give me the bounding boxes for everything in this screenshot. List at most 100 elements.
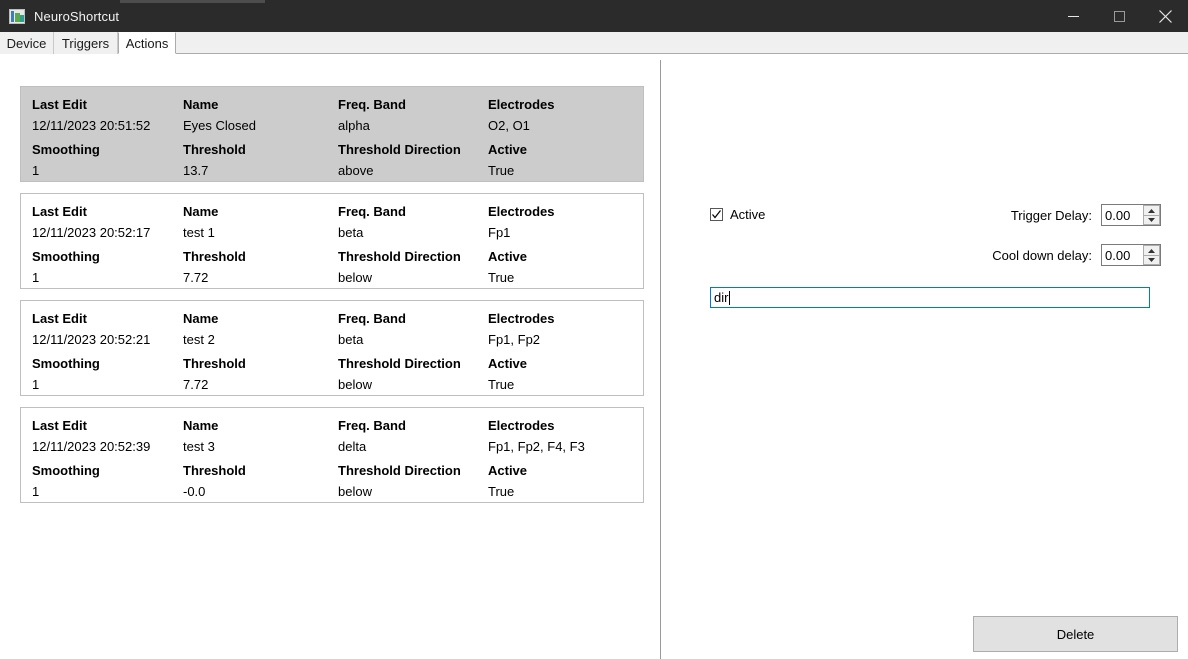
field-threshold-direction-label: Threshold Direction — [338, 142, 461, 157]
field-active-label: Active — [488, 249, 528, 264]
delete-button[interactable]: Delete — [973, 616, 1178, 652]
trigger-delay-value[interactable]: 0.00 — [1102, 205, 1142, 225]
delete-button-label: Delete — [1056, 626, 1095, 642]
maximize-icon[interactable] — [1096, 0, 1142, 32]
field-active: Active True — [488, 142, 527, 178]
field-threshold: Threshold 7.72 — [183, 356, 246, 392]
field-smoothing-value: 1 — [32, 163, 40, 178]
cool-down-delay-stepper[interactable]: 0.00 — [1101, 244, 1161, 266]
field-freq-band-value: alpha — [338, 118, 370, 133]
field-electrodes: Electrodes Fp1, Fp2, F4, F3 — [488, 418, 585, 454]
cool-down-delay-row: Cool down delay: 0.00 — [992, 244, 1161, 266]
cool-down-delay-decrement-icon[interactable] — [1143, 255, 1160, 265]
field-name: Name test 2 — [183, 311, 218, 347]
field-electrodes-label: Electrodes — [488, 97, 555, 112]
cool-down-delay-increment-icon[interactable] — [1143, 245, 1160, 255]
actions-list: Last Edit 12/11/2023 20:51:52 Name Eyes … — [20, 86, 644, 514]
command-input[interactable]: dir — [710, 287, 1150, 308]
field-last-edit: Last Edit 12/11/2023 20:52:21 — [32, 311, 150, 347]
field-smoothing: Smoothing 1 — [32, 142, 100, 178]
field-active: Active True — [488, 249, 527, 285]
field-last-edit-value: 12/11/2023 20:52:17 — [32, 225, 151, 240]
tab-actions[interactable]: Actions — [118, 32, 176, 54]
field-active-value: True — [488, 163, 515, 178]
field-active: Active True — [488, 356, 527, 392]
field-freq-band: Freq. Band alpha — [338, 97, 406, 133]
field-freq-band-value: beta — [338, 332, 364, 347]
card-row-secondary: Smoothing 1 Threshold -0.0 Threshold Dir… — [21, 463, 643, 505]
field-last-edit: Last Edit 12/11/2023 20:52:39 — [32, 418, 150, 454]
field-freq-band: Freq. Band beta — [338, 204, 406, 240]
field-threshold-direction-value: above — [338, 163, 374, 178]
content-area: Last Edit 12/11/2023 20:51:52 Name Eyes … — [0, 54, 1188, 659]
field-threshold-direction-value: below — [338, 377, 372, 392]
close-icon[interactable] — [1142, 0, 1188, 32]
action-card[interactable]: Last Edit 12/11/2023 20:52:39 Name test … — [20, 407, 644, 503]
trigger-delay-decrement-icon[interactable] — [1143, 215, 1160, 225]
checkmark-icon — [712, 210, 721, 219]
titlebar-notch — [120, 0, 265, 3]
field-threshold-value: -0.0 — [183, 484, 206, 499]
field-threshold-direction: Threshold Direction below — [338, 249, 461, 285]
field-freq-band: Freq. Band delta — [338, 418, 406, 454]
active-checkbox[interactable] — [710, 208, 723, 221]
field-threshold-value: 7.72 — [183, 270, 209, 285]
cool-down-delay-value[interactable]: 0.00 — [1102, 245, 1142, 265]
field-threshold-value: 13.7 — [183, 163, 209, 178]
field-smoothing-value: 1 — [32, 484, 40, 499]
action-card[interactable]: Last Edit 12/11/2023 20:52:21 Name test … — [20, 300, 644, 396]
trigger-delay-label: Trigger Delay: — [1010, 207, 1092, 223]
cool-down-delay-label: Cool down delay: — [992, 247, 1092, 263]
field-threshold-direction-label: Threshold Direction — [338, 463, 461, 478]
minimize-icon[interactable] — [1050, 0, 1096, 32]
field-name-label: Name — [183, 311, 219, 326]
field-active-value: True — [488, 270, 515, 285]
field-electrodes: Electrodes O2, O1 — [488, 97, 554, 133]
field-threshold-value: 7.72 — [183, 377, 209, 392]
window-title: NeuroShortcut — [34, 8, 120, 24]
field-freq-band-label: Freq. Band — [338, 418, 406, 433]
field-active-label: Active — [488, 463, 528, 478]
field-threshold-label: Threshold — [183, 142, 246, 157]
field-threshold-direction-value: below — [338, 484, 372, 499]
field-threshold-label: Threshold — [183, 356, 246, 371]
field-active-value: True — [488, 377, 515, 392]
field-freq-band-label: Freq. Band — [338, 97, 406, 112]
card-row-primary: Last Edit 12/11/2023 20:52:21 Name test … — [21, 311, 643, 353]
action-card[interactable]: Last Edit 12/11/2023 20:52:17 Name test … — [20, 193, 644, 289]
field-name-value: test 1 — [183, 225, 215, 240]
field-name-value: Eyes Closed — [183, 118, 256, 133]
field-smoothing-label: Smoothing — [32, 463, 100, 478]
field-last-edit-label: Last Edit — [32, 204, 87, 219]
window-controls — [1050, 0, 1188, 32]
tab-device[interactable]: Device — [0, 32, 54, 54]
tab-triggers[interactable]: Triggers — [54, 32, 118, 54]
tab-bar: Device Triggers Actions — [0, 32, 1188, 54]
field-smoothing-value: 1 — [32, 270, 40, 285]
field-active-value: True — [488, 484, 515, 499]
field-threshold-direction-label: Threshold Direction — [338, 249, 461, 264]
action-card[interactable]: Last Edit 12/11/2023 20:51:52 Name Eyes … — [20, 86, 644, 182]
app-image-icon — [9, 8, 25, 24]
field-electrodes-label: Electrodes — [488, 204, 555, 219]
field-threshold-direction: Threshold Direction above — [338, 142, 461, 178]
field-threshold-label: Threshold — [183, 249, 246, 264]
tab-actions-label: Actions — [125, 35, 169, 51]
title-bar: NeuroShortcut — [0, 0, 1188, 32]
field-active-label: Active — [488, 356, 528, 371]
trigger-delay-stepper-buttons — [1142, 205, 1160, 225]
field-threshold-label: Threshold — [183, 463, 246, 478]
field-freq-band-label: Freq. Band — [338, 311, 406, 326]
field-name: Name test 3 — [183, 418, 218, 454]
trigger-delay-increment-icon[interactable] — [1143, 205, 1160, 215]
field-threshold: Threshold 13.7 — [183, 142, 246, 178]
cool-down-delay-stepper-buttons — [1142, 245, 1160, 265]
field-name-label: Name — [183, 418, 219, 433]
field-active-label: Active — [488, 142, 528, 157]
command-input-value: dir — [714, 290, 729, 305]
field-freq-band: Freq. Band beta — [338, 311, 406, 347]
field-last-edit-value: 12/11/2023 20:52:21 — [32, 332, 151, 347]
field-name: Name test 1 — [183, 204, 218, 240]
trigger-delay-stepper[interactable]: 0.00 — [1101, 204, 1161, 226]
active-checkbox-row[interactable]: Active — [710, 207, 765, 222]
